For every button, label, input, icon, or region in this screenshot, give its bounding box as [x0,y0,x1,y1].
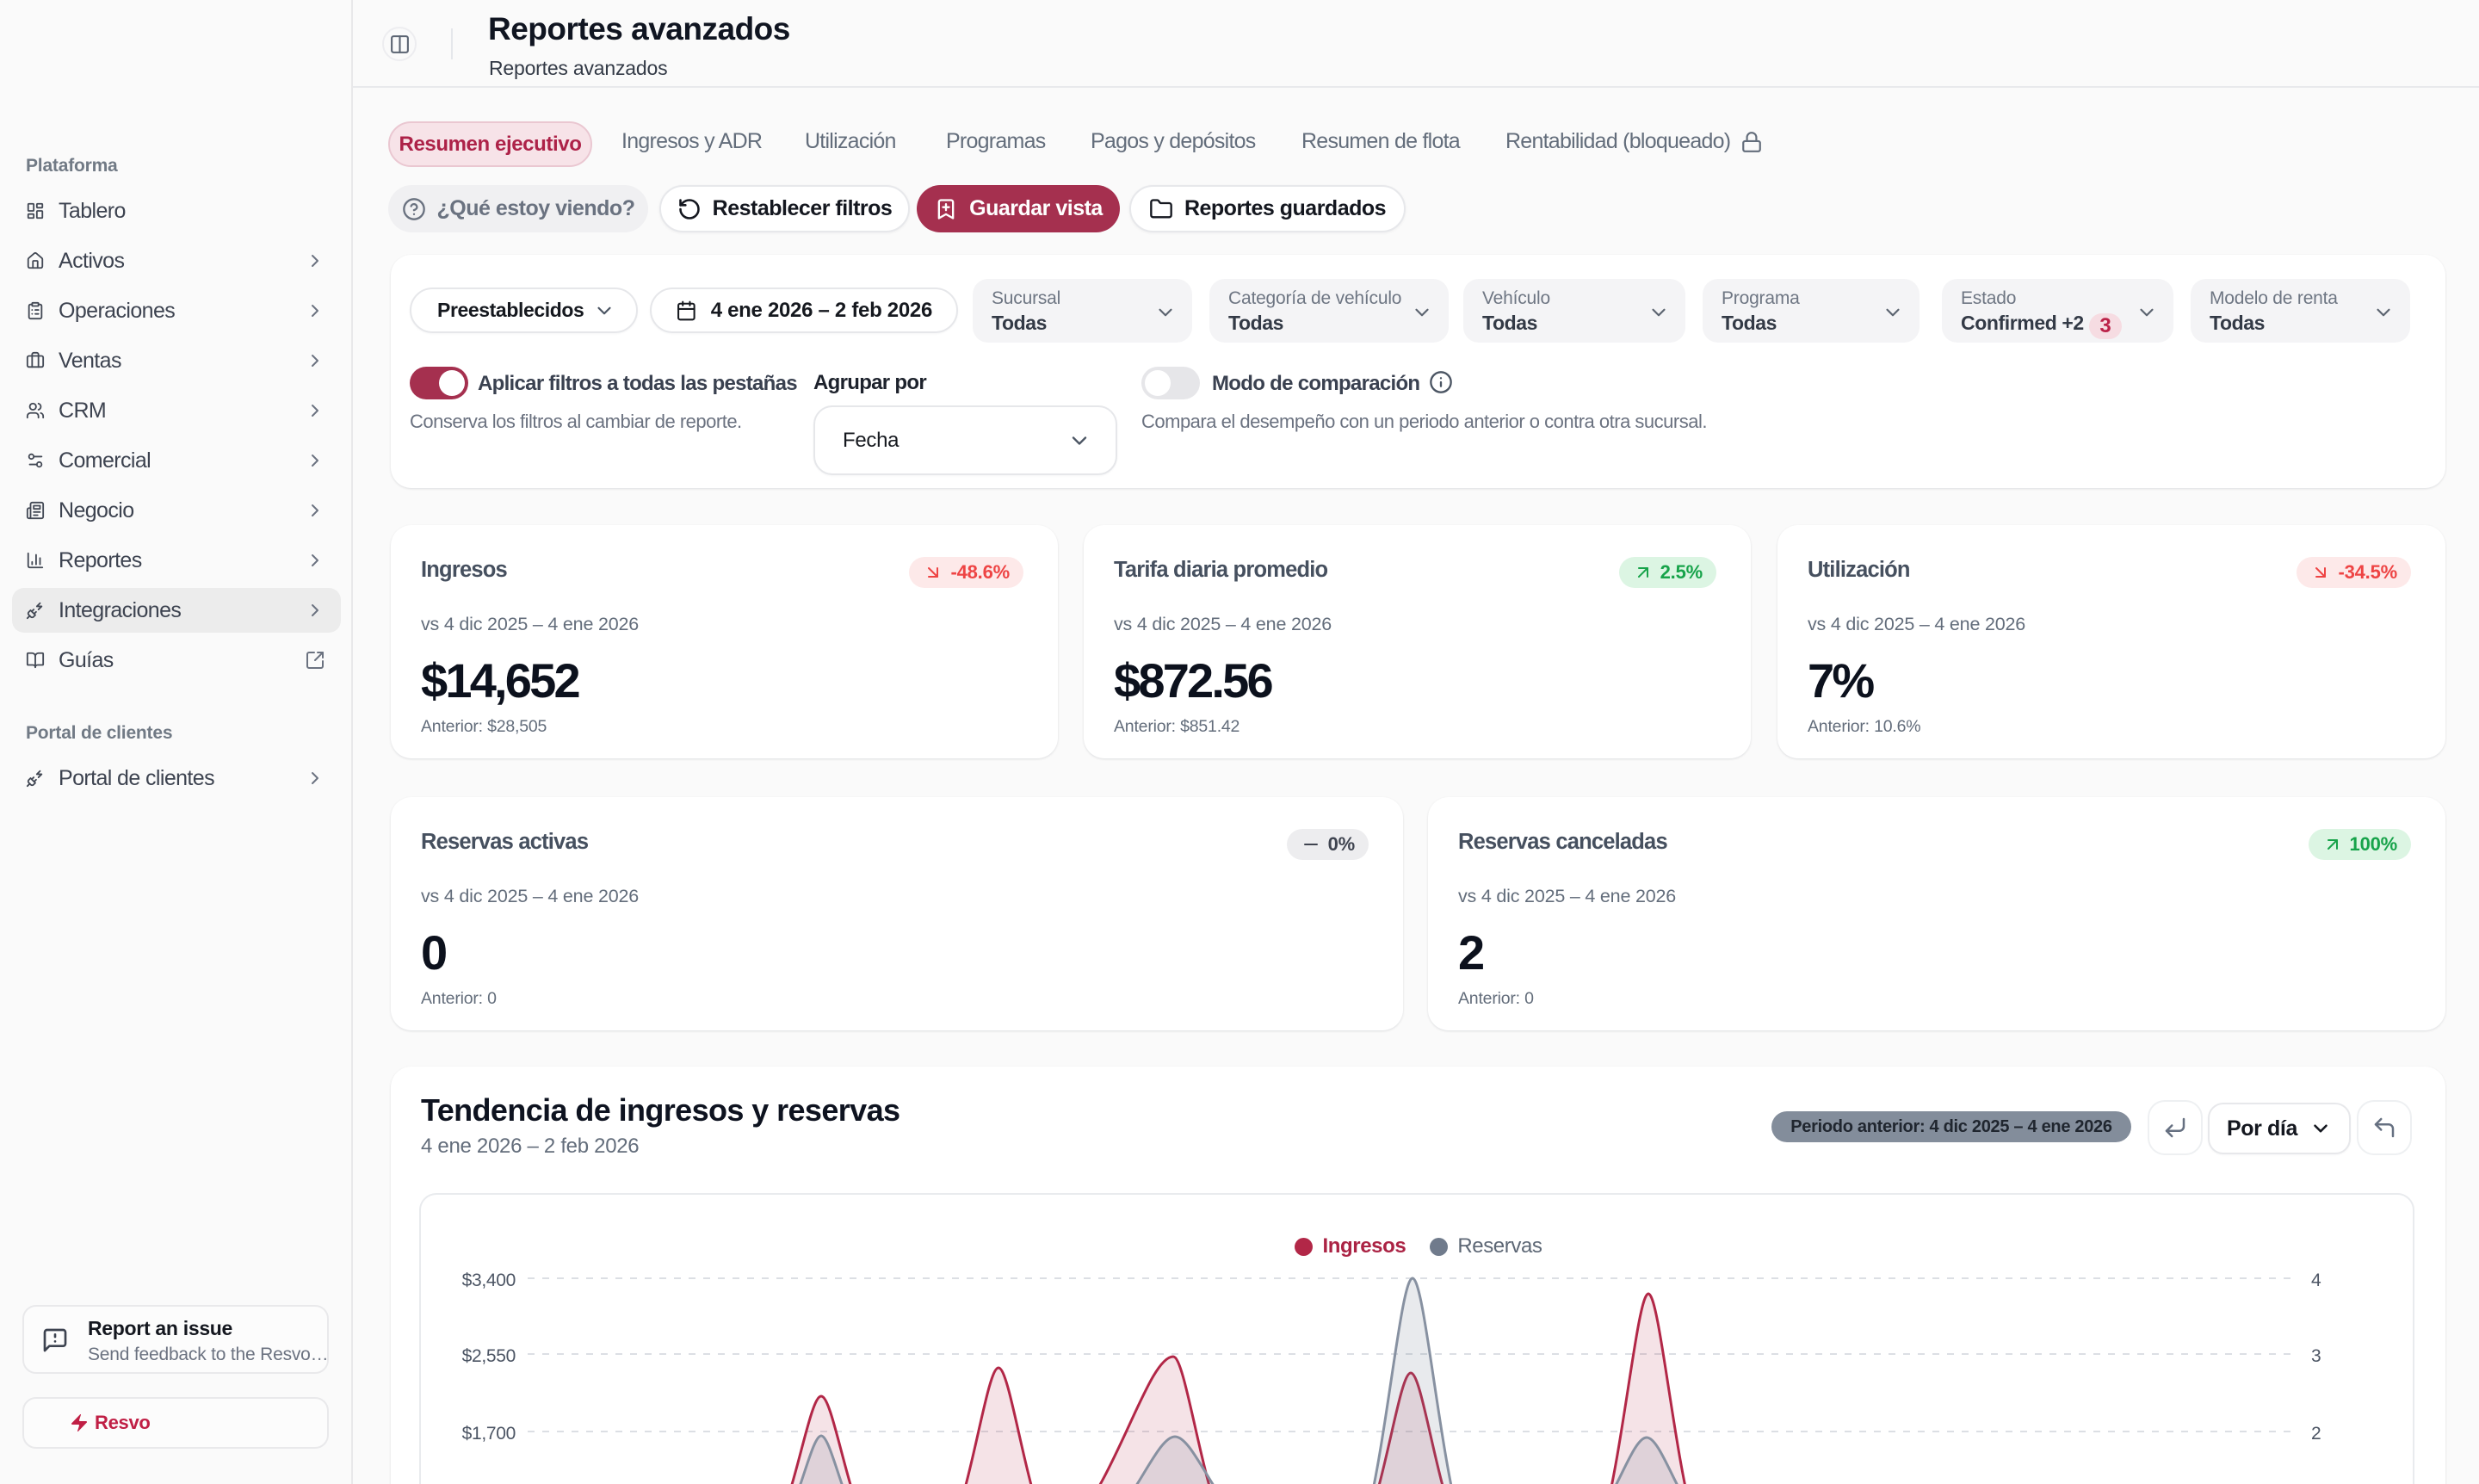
svg-text:$3,400: $3,400 [462,1271,516,1290]
svg-text:2: 2 [2311,1424,2321,1444]
svg-text:4: 4 [2311,1271,2321,1290]
svg-text:3: 3 [2311,1346,2321,1366]
svg-text:$1,700: $1,700 [462,1424,516,1444]
svg-text:$2,550: $2,550 [462,1346,516,1366]
